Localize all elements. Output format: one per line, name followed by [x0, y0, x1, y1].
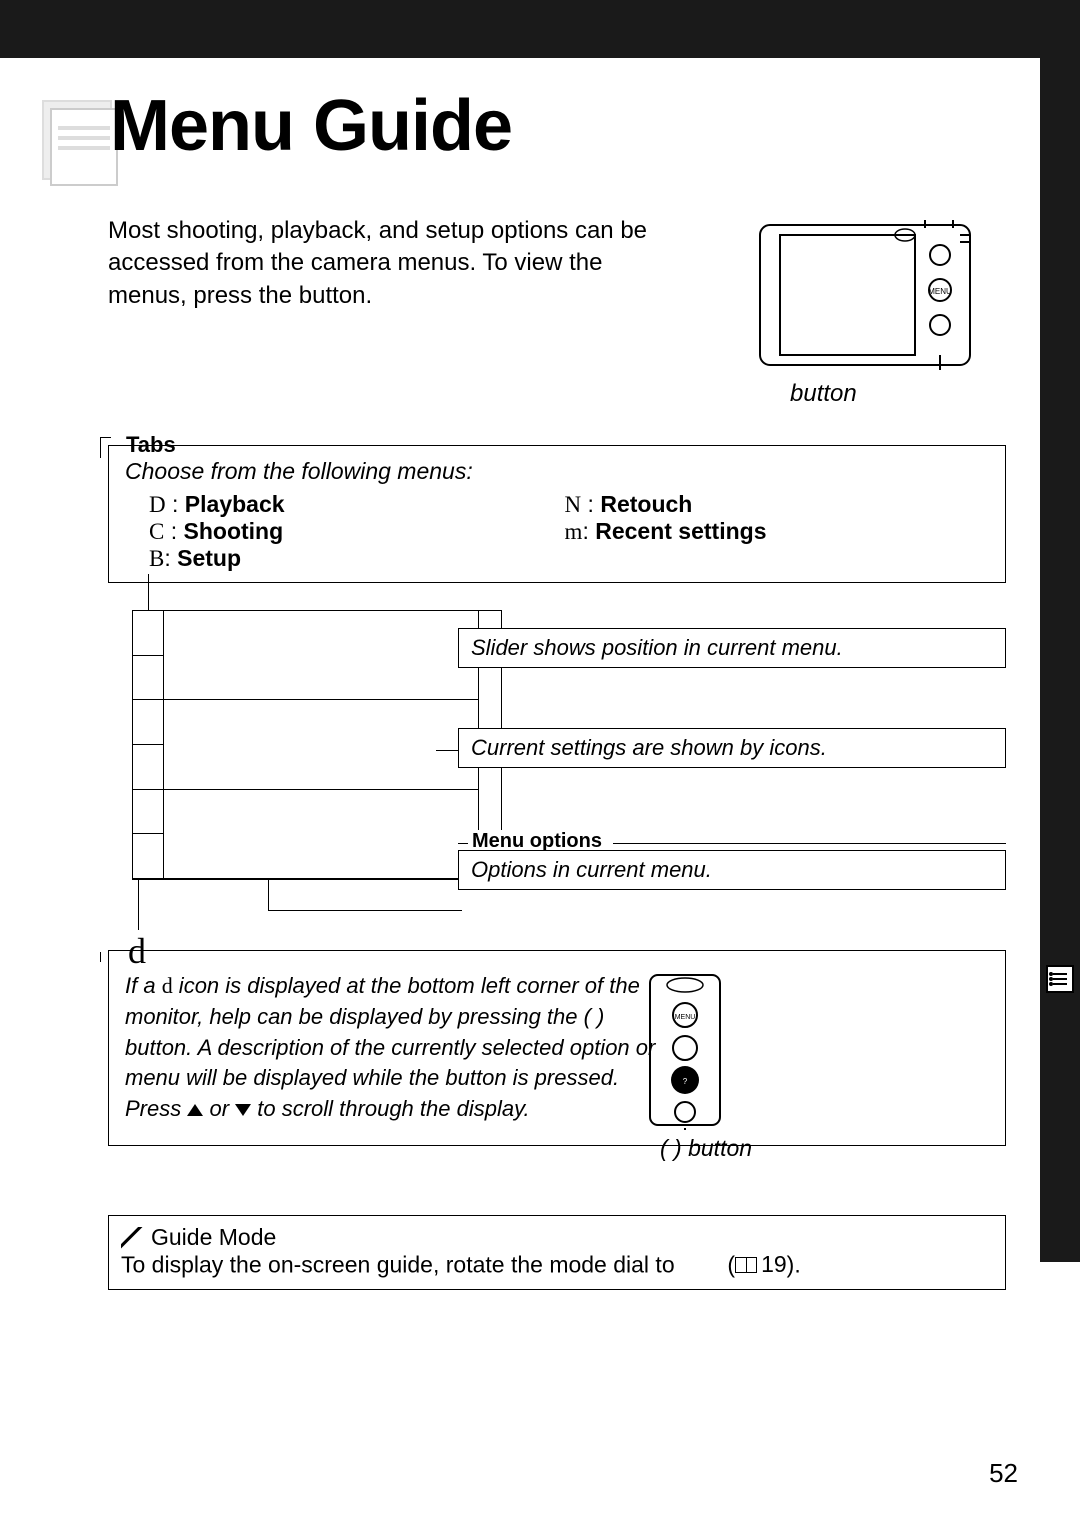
svg-text:?: ?: [683, 1077, 688, 1086]
help-button-caption: ( ) button: [660, 1135, 752, 1162]
tab-symbol: m: [565, 519, 583, 544]
intro-text: Most shooting, playback, and setup optio…: [108, 215, 668, 312]
lcd-screen-mock: [132, 610, 502, 880]
help-icon-inline: d: [162, 973, 173, 998]
tab-name: Shooting: [184, 518, 284, 544]
page-title: Menu Guide: [110, 85, 512, 167]
callout-menu-options: Options in current menu.: [458, 850, 1006, 890]
down-arrow-icon: [235, 1104, 251, 1116]
right-bar: [1040, 58, 1080, 1262]
page-ref-icon: [735, 1257, 757, 1273]
page-number: 52: [989, 1458, 1018, 1489]
connector-line: [613, 843, 1006, 844]
help-text: If a d icon is displayed at the bottom l…: [125, 971, 670, 1125]
t: ).: [787, 1252, 801, 1278]
camera-back-illustration: MENU: [755, 220, 975, 370]
camera-caption: button: [790, 380, 857, 408]
tab-name: Recent settings: [595, 518, 766, 544]
tabs-box: Choose from the following menus: D : Pla…: [108, 445, 1006, 583]
tabs-right-col: N : Retouch m: Recent settings: [565, 491, 767, 572]
tab-symbol: N: [565, 492, 582, 517]
help-description-box: If a d icon is displayed at the bottom l…: [108, 950, 1006, 1146]
t: (: [727, 1252, 735, 1278]
tab-symbol: B: [149, 546, 164, 571]
connector-line: [458, 843, 468, 844]
connector-line: [148, 574, 149, 610]
manual-page: Menu Guide Most shooting, playback, and …: [0, 0, 1080, 1529]
chapter-icon: [42, 100, 112, 180]
tab-name: Setup: [177, 545, 241, 571]
up-arrow-icon: [187, 1104, 203, 1116]
page-ref-number: 19: [761, 1251, 787, 1278]
guide-mode-box: Guide Mode To display the on-screen guid…: [108, 1215, 1006, 1290]
connector-line: [268, 910, 462, 911]
note-icon: [121, 1227, 143, 1249]
callout-settings: Current settings are shown by icons.: [458, 728, 1006, 768]
callout-slider: Slider shows position in current menu.: [458, 628, 1006, 668]
svg-text:MENU: MENU: [675, 1014, 696, 1021]
menu-list-tab-icon: [1046, 965, 1074, 993]
tabs-left-col: D : Playback C : Shooting B: Setup: [149, 491, 285, 572]
t: To display the on-screen guide, rotate t…: [121, 1252, 681, 1278]
tabs-subtitle: Choose from the following menus:: [125, 458, 989, 485]
t: to scroll through the display.: [251, 1096, 529, 1121]
guide-mode-title: Guide Mode: [151, 1224, 276, 1251]
connector-line: [268, 880, 269, 910]
tab-symbol: D: [149, 492, 166, 517]
tab-name: Retouch: [600, 491, 692, 517]
t: If a: [125, 973, 162, 998]
t: or: [203, 1096, 235, 1121]
camera-side-illustration: MENU ?: [645, 970, 725, 1130]
tab-symbol: C: [149, 519, 164, 544]
guide-mode-text: To display the on-screen guide, rotate t…: [121, 1251, 993, 1279]
tab-name: Playback: [185, 491, 285, 517]
svg-text:MENU: MENU: [928, 287, 952, 296]
top-bar: [0, 0, 1080, 58]
